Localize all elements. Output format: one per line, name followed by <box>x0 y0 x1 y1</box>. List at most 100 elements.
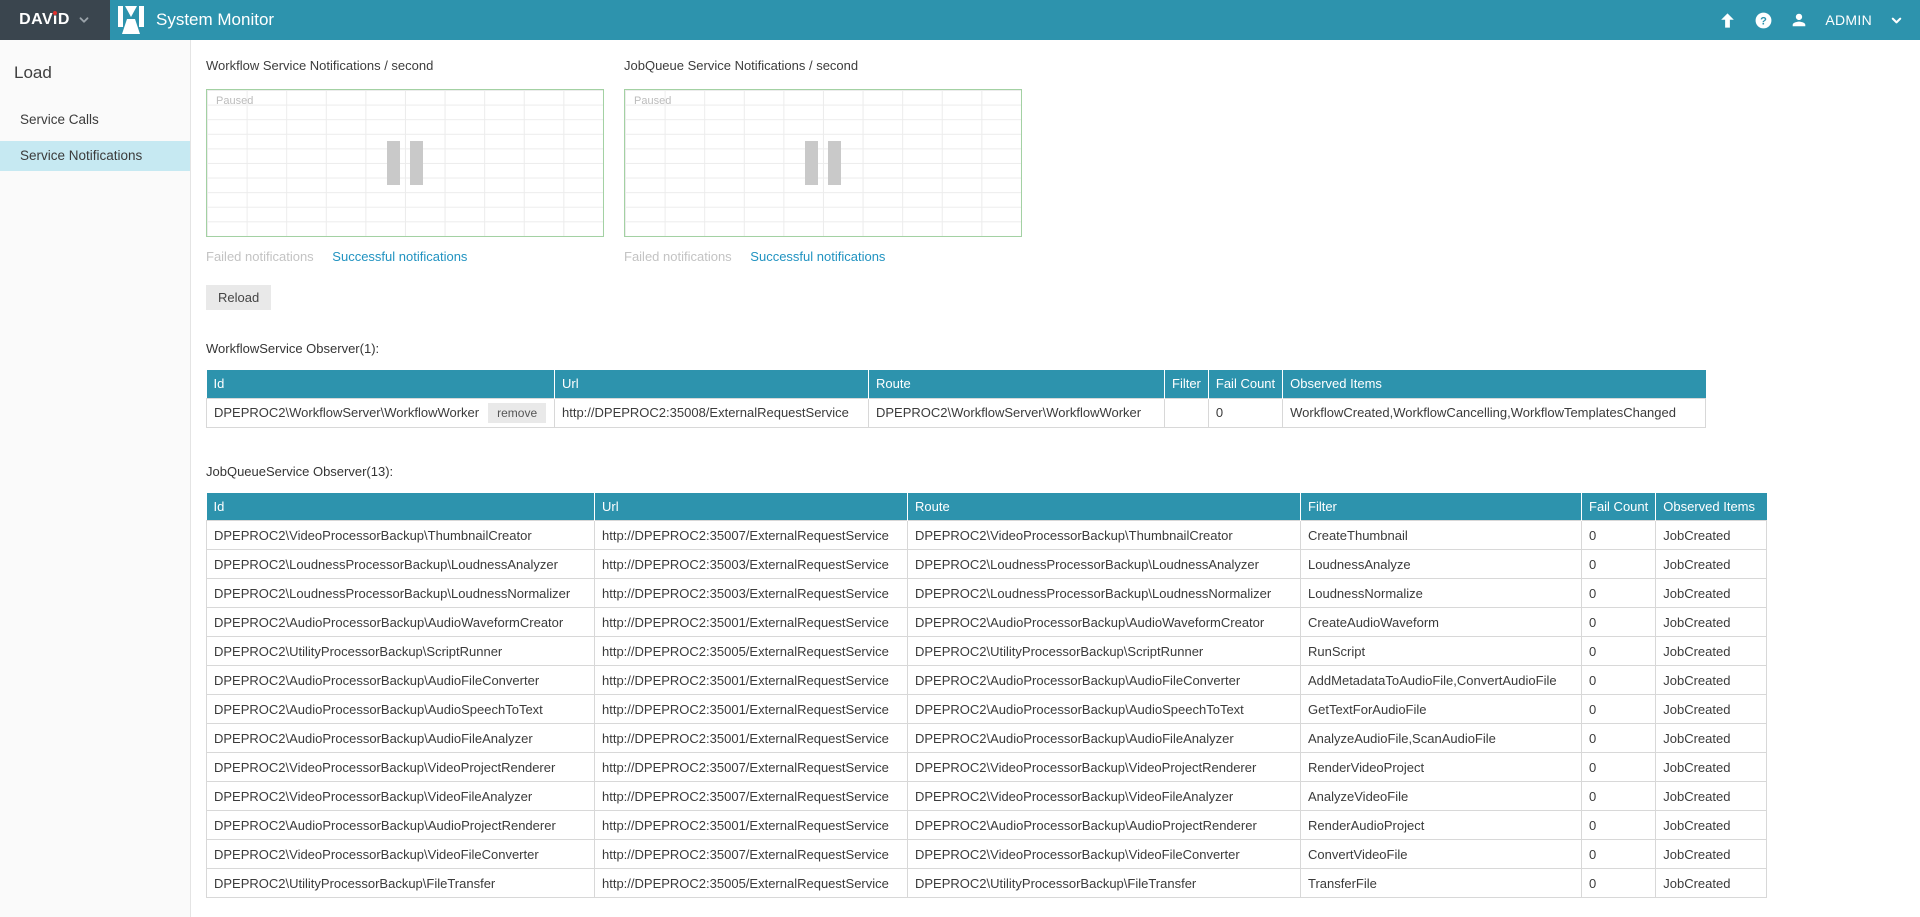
cell-id: DPEPROC2\WorkflowServer\WorkflowWorkerre… <box>207 398 555 427</box>
cell-filter: TransferFile <box>1301 869 1582 898</box>
cell-observed-items: JobCreated <box>1656 550 1767 579</box>
main-content: Workflow Service Notifications / second … <box>191 40 1920 917</box>
cell-id: DPEPROC2\VideoProcessorBackup\VideoFileC… <box>207 840 595 869</box>
chevron-down-icon[interactable] <box>1889 13 1904 28</box>
workflowservice-observer-table: IdUrlRouteFilterFail CountObserved Items… <box>206 370 1706 428</box>
cell-url: http://DPEPROC2:35008/ExternalRequestSer… <box>555 398 869 427</box>
cell-fail-count: 0 <box>1582 753 1656 782</box>
pause-icon <box>805 141 841 185</box>
chevron-down-icon <box>77 13 91 27</box>
column-header: Url <box>595 493 908 521</box>
cell-observed-items: JobCreated <box>1656 666 1767 695</box>
column-header: Route <box>908 493 1301 521</box>
user-label[interactable]: ADMIN <box>1825 12 1872 28</box>
cell-filter: LoudnessNormalize <box>1301 579 1582 608</box>
chart-title: Workflow Service Notifications / second <box>206 58 604 73</box>
cell-filter: RenderVideoProject <box>1301 753 1582 782</box>
legend-successful-notifications[interactable]: Successful notifications <box>332 249 467 264</box>
svg-text:?: ? <box>1760 15 1767 27</box>
app-header: DAViD System Monitor ? ADMIN <box>0 0 1920 40</box>
legend-failed-notifications[interactable]: Failed notifications <box>206 249 314 264</box>
cell-filter: ConvertVideoFile <box>1301 840 1582 869</box>
cell-fail-count: 0 <box>1582 724 1656 753</box>
cell-observed-items: JobCreated <box>1656 637 1767 666</box>
m-logo-icon <box>116 5 146 35</box>
cell-url: http://DPEPROC2:35005/ExternalRequestSer… <box>595 869 908 898</box>
column-header: Observed Items <box>1656 493 1767 521</box>
up-arrow-icon[interactable] <box>1718 11 1737 30</box>
cell-filter <box>1165 398 1209 427</box>
jobqueue-chart-canvas: Paused <box>624 89 1022 237</box>
cell-id: DPEPROC2\UtilityProcessorBackup\ScriptRu… <box>207 637 595 666</box>
cell-fail-count: 0 <box>1582 782 1656 811</box>
table-header-row: IdUrlRouteFilterFail CountObserved Items <box>207 370 1706 398</box>
column-header: Observed Items <box>1283 370 1706 398</box>
cell-observed-items: JobCreated <box>1656 869 1767 898</box>
table-row: DPEPROC2\VideoProcessorBackup\VideoProje… <box>207 753 1767 782</box>
header-actions: ? ADMIN <box>1718 11 1920 30</box>
cell-filter: CreateAudioWaveform <box>1301 608 1582 637</box>
cell-url: http://DPEPROC2:35003/ExternalRequestSer… <box>595 579 908 608</box>
workflowservice-observer-title: WorkflowService Observer(1): <box>206 341 1920 356</box>
table-row: DPEPROC2\LoudnessProcessorBackup\Loudnes… <box>207 579 1767 608</box>
cell-route: DPEPROC2\LoudnessProcessorBackup\Loudnes… <box>908 579 1301 608</box>
legend-successful-notifications[interactable]: Successful notifications <box>750 249 885 264</box>
cell-observed-items: JobCreated <box>1656 579 1767 608</box>
legend-failed-notifications[interactable]: Failed notifications <box>624 249 732 264</box>
cell-fail-count: 0 <box>1208 398 1282 427</box>
cell-url: http://DPEPROC2:35007/ExternalRequestSer… <box>595 840 908 869</box>
jobqueueservice-observer-table: IdUrlRouteFilterFail CountObserved Items… <box>206 493 1767 899</box>
column-header: Filter <box>1301 493 1582 521</box>
cell-filter: RenderAudioProject <box>1301 811 1582 840</box>
cell-route: DPEPROC2\WorkflowServer\WorkflowWorker <box>869 398 1165 427</box>
cell-observed-items: WorkflowCreated,WorkflowCancelling,Workf… <box>1283 398 1706 427</box>
cell-id: DPEPROC2\AudioProcessorBackup\AudioFileC… <box>207 666 595 695</box>
cell-filter: LoudnessAnalyze <box>1301 550 1582 579</box>
cell-route: DPEPROC2\AudioProcessorBackup\AudioWavef… <box>908 608 1301 637</box>
cell-route: DPEPROC2\LoudnessProcessorBackup\Loudnes… <box>908 550 1301 579</box>
table-row: DPEPROC2\AudioProcessorBackup\AudioFileA… <box>207 724 1767 753</box>
cell-url: http://DPEPROC2:35007/ExternalRequestSer… <box>595 521 908 550</box>
table-row: DPEPROC2\AudioProcessorBackup\AudioProje… <box>207 811 1767 840</box>
cell-filter: AnalyzeVideoFile <box>1301 782 1582 811</box>
cell-filter: RunScript <box>1301 637 1582 666</box>
cell-route: DPEPROC2\UtilityProcessorBackup\ScriptRu… <box>908 637 1301 666</box>
jobqueue-chart-block: JobQueue Service Notifications / second … <box>624 56 1022 264</box>
column-header: Filter <box>1165 370 1209 398</box>
column-header: Url <box>555 370 869 398</box>
table-row: DPEPROC2\AudioProcessorBackup\AudioSpeec… <box>207 695 1767 724</box>
cell-route: DPEPROC2\VideoProcessorBackup\VideoProje… <box>908 753 1301 782</box>
table-row: DPEPROC2\VideoProcessorBackup\VideoFileA… <box>207 782 1767 811</box>
table-row: DPEPROC2\VideoProcessorBackup\ThumbnailC… <box>207 521 1767 550</box>
cell-filter: CreateThumbnail <box>1301 521 1582 550</box>
column-header: Fail Count <box>1208 370 1282 398</box>
remove-button[interactable]: remove <box>488 403 546 423</box>
pause-icon <box>387 141 423 185</box>
cell-fail-count: 0 <box>1582 550 1656 579</box>
table-row: DPEPROC2\LoudnessProcessorBackup\Loudnes… <box>207 550 1767 579</box>
cell-fail-count: 0 <box>1582 637 1656 666</box>
cell-id: DPEPROC2\UtilityProcessorBackup\FileTran… <box>207 869 595 898</box>
cell-route: DPEPROC2\AudioProcessorBackup\AudioProje… <box>908 811 1301 840</box>
sidebar-item-service-calls[interactable]: Service Calls <box>0 105 190 135</box>
workflow-chart-block: Workflow Service Notifications / second … <box>206 56 604 264</box>
chart-title: JobQueue Service Notifications / second <box>624 58 1022 73</box>
reload-button[interactable]: Reload <box>206 285 271 310</box>
cell-id: DPEPROC2\LoudnessProcessorBackup\Loudnes… <box>207 579 595 608</box>
help-icon[interactable]: ? <box>1754 11 1773 30</box>
cell-fail-count: 0 <box>1582 695 1656 724</box>
cell-url: http://DPEPROC2:35003/ExternalRequestSer… <box>595 550 908 579</box>
cell-fail-count: 0 <box>1582 608 1656 637</box>
brand-menu[interactable]: DAViD <box>0 0 110 40</box>
column-header: Fail Count <box>1582 493 1656 521</box>
cell-filter: AddMetadataToAudioFile,ConvertAudioFile <box>1301 666 1582 695</box>
user-icon[interactable] <box>1790 11 1808 29</box>
cell-url: http://DPEPROC2:35001/ExternalRequestSer… <box>595 724 908 753</box>
cell-route: DPEPROC2\AudioProcessorBackup\AudioFileA… <box>908 724 1301 753</box>
cell-id: DPEPROC2\AudioProcessorBackup\AudioWavef… <box>207 608 595 637</box>
column-header: Id <box>207 493 595 521</box>
sidebar-item-service-notifications[interactable]: Service Notifications <box>0 141 190 171</box>
cell-url: http://DPEPROC2:35001/ExternalRequestSer… <box>595 608 908 637</box>
sidebar-heading: Load <box>0 40 190 99</box>
cell-url: http://DPEPROC2:35001/ExternalRequestSer… <box>595 811 908 840</box>
